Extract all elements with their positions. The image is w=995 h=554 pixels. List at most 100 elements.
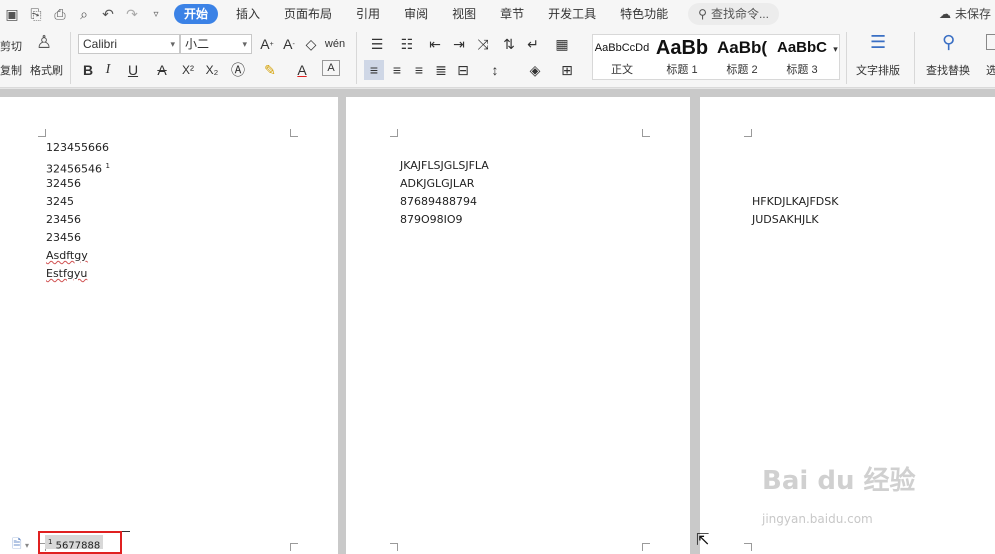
ribbon-divider <box>356 32 357 84</box>
phonetic-guide-icon[interactable]: wén <box>324 34 346 54</box>
chinese-layout-icon[interactable]: ⤨ <box>474 34 492 54</box>
tab-view[interactable]: 视图 <box>440 0 488 28</box>
table-grid-icon[interactable]: ▦ <box>552 34 572 54</box>
text-line[interactable]: 32456546 1 <box>46 157 110 176</box>
grow-font-icon[interactable]: A + <box>258 34 276 54</box>
text-line[interactable]: 87689488794 <box>400 193 477 211</box>
footnote-reference[interactable]: 1 <box>106 162 110 170</box>
redo-icon[interactable]: ↷ <box>120 0 144 28</box>
ribbon-divider <box>846 32 847 84</box>
select-icon[interactable] <box>986 34 995 50</box>
page-2[interactable]: JKAJFLSJGLSJFLA ADKJGLGJLAR 87689488794 … <box>346 97 690 554</box>
highlight-icon[interactable]: ✎ <box>260 60 280 80</box>
format-painter-icon[interactable]: ♙ <box>36 32 52 53</box>
style-normal[interactable]: AaBbCcDd 正文 <box>593 35 651 79</box>
document-icon[interactable]: 🗎 ▾ <box>12 535 29 554</box>
line-spacing-icon[interactable]: ↕ <box>484 60 506 80</box>
text-line[interactable]: JUDSAKHJLK <box>752 211 819 229</box>
find-replace-button[interactable]: 查找替换 <box>926 62 970 78</box>
find-replace-icon[interactable]: ⚲ <box>942 32 955 53</box>
text-line[interactable]: 23456 <box>46 211 81 229</box>
italic-icon[interactable]: I <box>100 60 116 80</box>
text-line[interactable]: 879O98IO9 <box>400 211 463 229</box>
font-size-select[interactable]: 小二 ▾ <box>180 34 252 54</box>
style-name: 标题 2 <box>726 64 758 76</box>
text-line[interactable]: HFKDJLKAJFDSK <box>752 193 838 211</box>
text-line[interactable]: ADKJGLGJLAR <box>400 175 474 193</box>
tab-review[interactable]: 审阅 <box>392 0 440 28</box>
margin-corner-mark <box>390 129 398 137</box>
undo-icon[interactable]: ↶ <box>96 0 120 28</box>
text-effect-icon[interactable]: Ⓐ <box>228 60 248 80</box>
select-button[interactable]: 选 <box>986 62 995 78</box>
paragraph-mark-icon[interactable]: ↵ <box>524 34 542 54</box>
bullet-list-icon[interactable]: ☰ <box>366 34 388 54</box>
text-line[interactable]: JKAJFLSJGLSJFLA <box>400 157 489 175</box>
search-icon: ⚲ <box>698 7 707 21</box>
baidu-watermark: Bai du 经验 <box>762 466 916 496</box>
copy-button[interactable]: 复制 <box>0 62 22 78</box>
tab-home[interactable]: 开始 <box>174 4 219 24</box>
text-line[interactable]: 32456 <box>46 175 81 193</box>
align-left-icon[interactable]: ≡ <box>364 60 384 80</box>
text-line[interactable]: 23456 <box>46 229 81 247</box>
save-icon[interactable]: ▣ <box>0 0 24 28</box>
tab-page-layout[interactable]: 页面布局 <box>272 0 344 28</box>
unsaved-label: 未保存 <box>954 7 991 21</box>
font-name-select[interactable]: Calibri ▾ <box>78 34 180 54</box>
print-preview-icon[interactable]: ⌕ <box>72 0 96 28</box>
subscript-icon[interactable]: X₂ <box>202 60 222 80</box>
shrink-font-icon[interactable]: A- <box>280 34 298 54</box>
cut-button[interactable]: 剪切 <box>0 38 22 54</box>
unsaved-status[interactable]: ☁ 未保存 <box>939 0 995 28</box>
tab-references[interactable]: 引用 <box>344 0 392 28</box>
font-color-icon[interactable]: A <box>292 60 312 80</box>
text-line[interactable]: 123455666 <box>46 139 109 157</box>
clear-format-icon[interactable]: ◇ <box>302 34 320 54</box>
superscript-icon[interactable]: X² <box>178 60 198 80</box>
tab-insert[interactable]: 插入 <box>224 0 272 28</box>
ribbon-toolbar: 剪切 复制 ♙ 格式刷 Calibri ▾ 小二 ▾ A + A- ◇ wén B… <box>0 28 995 88</box>
customize-icon[interactable]: ▿ <box>144 0 168 28</box>
justify-icon[interactable]: ≣ <box>432 60 450 80</box>
margin-corner-mark <box>744 543 752 551</box>
text-line-misspelled[interactable]: Asdftgy <box>46 247 88 265</box>
style-heading-3[interactable]: AaBbC 标题 3 <box>773 35 831 79</box>
numbered-list-icon[interactable]: ☷ <box>396 34 418 54</box>
decrease-indent-icon[interactable]: ⇤ <box>426 34 444 54</box>
style-sample: AaBbCcDd <box>594 42 650 54</box>
format-painter-button[interactable]: 格式刷 <box>30 62 63 78</box>
command-search[interactable]: ⚲ 查找命令... <box>688 3 779 25</box>
sort-icon[interactable]: ⇅ <box>500 34 518 54</box>
margin-corner-mark <box>390 543 398 551</box>
align-center-icon[interactable]: ≡ <box>388 60 406 80</box>
tab-chapter[interactable]: 章节 <box>488 0 536 28</box>
print-icon[interactable]: ⎙ <box>48 0 72 28</box>
chevron-down-icon: ▾ <box>242 39 247 49</box>
style-heading-2[interactable]: AaBb( 标题 2 <box>713 35 771 79</box>
style-name: 正文 <box>611 64 633 76</box>
margin-corner-mark <box>642 129 650 137</box>
command-search-label: 查找命令... <box>710 7 769 21</box>
text-line-misspelled[interactable]: Estfgyu <box>46 265 87 283</box>
tab-special-features[interactable]: 特色功能 <box>608 0 680 28</box>
style-heading-1[interactable]: AaBb 标题 1 <box>653 35 711 79</box>
border-icon[interactable]: ⊞ <box>556 60 578 80</box>
mouse-cursor-icon: ⇱ <box>696 532 710 549</box>
shading-icon[interactable]: ◈ <box>524 60 546 80</box>
tab-developer[interactable]: 开发工具 <box>536 0 608 28</box>
export-pdf-icon[interactable]: ⎘ <box>24 0 48 28</box>
page-1[interactable]: 123455666 32456546 1 32456 3245 23456 23… <box>0 97 338 554</box>
bold-icon[interactable]: B <box>80 60 96 80</box>
increase-indent-icon[interactable]: ⇥ <box>450 34 468 54</box>
text-layout-button[interactable]: 文字排版 <box>856 62 900 78</box>
underline-icon[interactable]: U <box>122 60 144 80</box>
strikethrough-icon[interactable]: A <box>152 60 172 80</box>
style-gallery-more-icon[interactable]: ▾ <box>831 39 840 59</box>
text-line[interactable]: 3245 <box>46 193 74 211</box>
text-layout-icon[interactable]: ☰ <box>870 32 886 53</box>
align-right-icon[interactable]: ≡ <box>410 60 428 80</box>
cloud-icon: ☁ <box>938 7 951 21</box>
char-border-icon[interactable]: A <box>322 60 340 76</box>
distributed-icon[interactable]: ⊟ <box>454 60 472 80</box>
